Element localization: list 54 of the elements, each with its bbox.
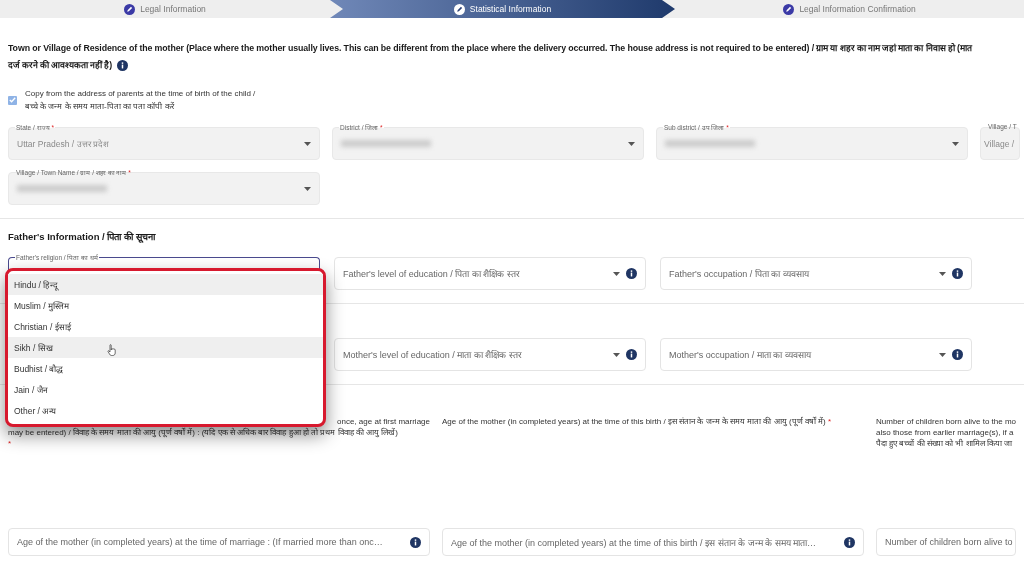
field-value: Uttar Pradesh / उत्तर प्रदेश [17, 139, 109, 149]
info-icon[interactable] [626, 268, 637, 279]
step-tab[interactable]: Legal Information Confirmation [675, 0, 1024, 18]
pencil-icon [453, 3, 465, 15]
field-label: may be entered) / विवाह के समय माता की आयु (पूर्ण वर्षों में) : (यदि एक से अधिक बार विवाह हुआ हो तो प्रथम विवाह की आयु लिखें) [8, 427, 399, 438]
section-heading: Father's Information / पिता की सूचना [8, 230, 157, 243]
section-heading: दर्ज करने की आवश्यकता नहीं है) [8, 59, 113, 72]
info-icon[interactable] [626, 349, 637, 360]
field-placeholder: Mother's level of education / माता का शैक्षिक स्तर [343, 349, 523, 361]
caret-icon[interactable] [939, 271, 946, 276]
menu-option[interactable]: Budhist / बौद्ध [8, 358, 323, 379]
field-placeholder: Father's level of education / पिता का शैक्षिक स्तर [343, 268, 521, 280]
info-icon[interactable] [952, 268, 963, 279]
input-field[interactable]: Age of the mother (in completed years) at the time of marriage : (If married more than onc… [8, 528, 430, 556]
pointer-cursor-icon [107, 344, 117, 356]
info-icon[interactable] [844, 536, 855, 548]
step-tab[interactable]: Legal Information [0, 0, 330, 18]
select-field[interactable]: Mother's level of education / माता का शैक्षिक स्तर [334, 338, 646, 371]
checkbox-label: Copy from the address of parents at the time of birth of the child / [25, 88, 256, 100]
field-label: once, age at first marriage [336, 416, 430, 427]
caret-icon[interactable] [939, 352, 946, 357]
menu-option[interactable]: Sikh / सिख [8, 337, 323, 358]
field-label: also those from earlier marriage(s), if a [876, 427, 1015, 438]
field-label: पैदा हुए बच्चों की संख्या को भी शामिल किया जा [876, 438, 1013, 449]
field-value: Village / [984, 138, 1015, 149]
menu-option[interactable]: Christian / ईसाई [8, 316, 323, 337]
menu-option[interactable]: Other / अन्य [8, 400, 323, 421]
field-placeholder: Number of children born alive to [885, 537, 1013, 547]
select-field[interactable]: Mother's occupation / माता का व्यवसाय [660, 338, 972, 371]
menu-option[interactable]: Muslim / मुस्लिम [8, 295, 323, 316]
select-field[interactable]: Father's level of education / पिता का शैक्षिक स्तर [334, 257, 646, 290]
input-field[interactable]: Age of the mother (in completed years) at the time of this birth / इस संतान के जन्म के समय माता… [442, 528, 864, 556]
info-icon[interactable] [117, 60, 129, 71]
caret-icon[interactable] [613, 271, 620, 276]
required-mark: * [8, 438, 13, 449]
field-label: Number of children born alive to the mo [876, 416, 1016, 427]
info-icon[interactable] [410, 536, 421, 548]
field-label: Age of the mother (in completed years) at the time of this birth / इस संतान के जन्म के समय माता की आयु (पूर्ण वर्षों में) * [442, 416, 832, 427]
field-placeholder: Age of the mother (in completed years) at the time of marriage : (If married more than onc… [17, 537, 384, 547]
step-tab[interactable]: Statistical Information [330, 0, 675, 18]
copy-address-checkbox[interactable] [8, 95, 17, 105]
menu-option[interactable]: Hindu / हिन्दू [8, 274, 323, 295]
field-placeholder: Age of the mother (in completed years) at the time of this birth / इस संतान के जन्म के समय माता… [451, 536, 818, 549]
section-heading: Town or Village of Residence of the mother (Place where the mother usually lives. This can be different from the place where the delivery occurred. The house address is not required to be entered) / ग्राम या शहर का नाम जहां माता का निवास हो (मात [8, 42, 974, 55]
info-icon[interactable] [952, 349, 963, 360]
field-placeholder: Mother's occupation / माता का व्यवसाय [669, 349, 813, 361]
select-field[interactable]: Father's occupation / पिता का व्यवसाय [660, 257, 972, 290]
checkbox-label: बच्चे के जन्म के समय माता-पिता का पता कॉपी करें [25, 100, 176, 113]
pencil-icon [124, 3, 136, 15]
input-field[interactable]: Number of children born alive to [876, 528, 1016, 556]
pencil-icon [783, 3, 795, 15]
field-placeholder: Father's occupation / पिता का व्यवसाय [669, 268, 811, 280]
menu-option[interactable]: Jain / जैन [8, 379, 323, 400]
caret-icon[interactable] [613, 352, 620, 357]
